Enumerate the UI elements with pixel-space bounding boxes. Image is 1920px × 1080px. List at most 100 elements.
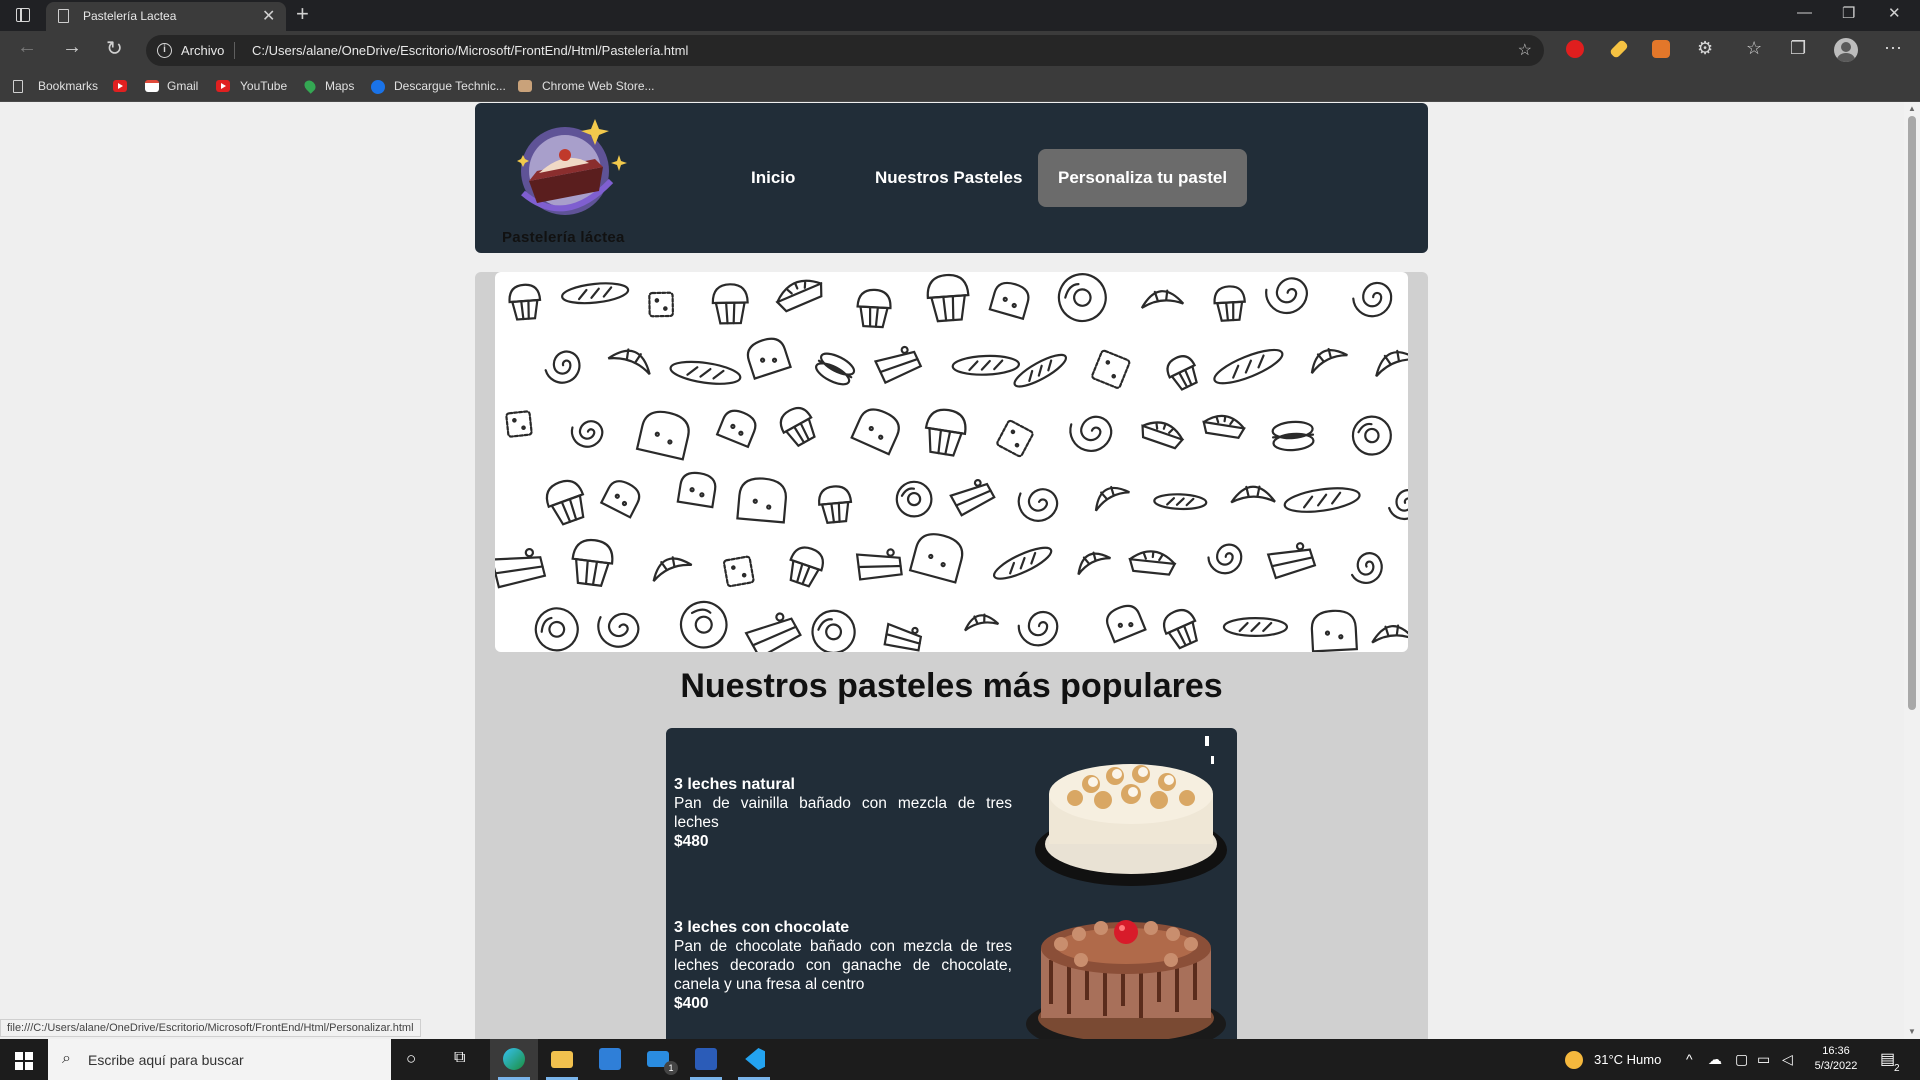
baguette-doodle	[1013, 353, 1068, 388]
site-header: Pastelería láctea Inicio Nuestros Pastel…	[475, 103, 1428, 253]
cake-slice-doodle	[744, 612, 802, 652]
tray-chevron-icon[interactable]: ^	[1686, 1051, 1693, 1067]
bookmark-webstore[interactable]: Chrome Web Store...	[542, 79, 655, 93]
bread-doodle	[908, 533, 964, 584]
chocolate-cake-image	[1026, 920, 1226, 1039]
store-icon	[599, 1048, 621, 1070]
task-view-icon[interactable]: ⧉	[454, 1049, 465, 1067]
scroll-thumb[interactable]	[1908, 116, 1916, 710]
swirl-doodle	[1069, 415, 1113, 452]
bookmark-descargue[interactable]: Descargue Technic...	[394, 79, 506, 93]
swirl-doodle	[1352, 281, 1393, 318]
baguette-doodle	[1222, 617, 1289, 637]
bookmark-gmail[interactable]: Gmail	[167, 79, 198, 93]
meet-now-icon[interactable]: ▢	[1735, 1051, 1748, 1068]
nav-personaliza[interactable]: Personaliza tu pastel	[1038, 149, 1248, 207]
tab-close-button[interactable]: ✕	[262, 6, 275, 26]
collections-icon[interactable]: ❐	[1790, 38, 1806, 59]
cupcake-doodle	[1213, 285, 1246, 322]
maps-icon	[302, 78, 318, 94]
reload-button[interactable]: ↻	[106, 36, 123, 61]
taskbar-file-explorer[interactable]	[538, 1039, 586, 1080]
search-icon: ⌕	[62, 1050, 71, 1067]
notifications-icon[interactable]: ▤	[1880, 1049, 1895, 1069]
clock-time: 16:36	[1822, 1045, 1850, 1057]
favorites-icon[interactable]: ☆	[1746, 38, 1762, 59]
nav-nuestros-pasteles[interactable]: Nuestros Pasteles	[855, 149, 1042, 207]
pie-doodle	[1202, 414, 1246, 440]
page-scrollbar[interactable]: ▲ ▼	[1904, 102, 1920, 1039]
bookmark-bookmarks[interactable]: Bookmarks	[38, 79, 98, 93]
meringue-cake-image	[1035, 736, 1227, 886]
gmail-icon	[145, 80, 159, 92]
macaron-doodle	[815, 352, 856, 386]
new-tab-button[interactable]: +	[296, 1, 309, 27]
back-button[interactable]: ←	[17, 36, 37, 59]
extension-highlighter-icon[interactable]	[1609, 39, 1629, 59]
page-icon	[58, 9, 69, 23]
windows-start-icon[interactable]	[15, 1052, 33, 1070]
bookmark-icon	[13, 80, 23, 93]
croissant-doodle	[964, 613, 1000, 632]
weather-text[interactable]: 31°C Humo	[1594, 1052, 1661, 1067]
cake-slice-doodle	[873, 345, 923, 385]
cupcake-doodle	[926, 273, 970, 323]
tab-actions-icon[interactable]	[16, 7, 30, 22]
close-window-button[interactable]: ✕	[1888, 4, 1901, 22]
swirl-doodle	[1350, 552, 1383, 584]
add-favorite-icon[interactable]: ☆	[1518, 40, 1532, 60]
profile-avatar[interactable]	[1834, 38, 1858, 62]
cortana-icon[interactable]: ○	[406, 1049, 416, 1069]
bookmark-maps[interactable]: Maps	[325, 79, 354, 93]
bookmark-youtube[interactable]: YouTube	[240, 79, 287, 93]
taskbar-word[interactable]	[682, 1039, 730, 1080]
desktop-window: Pastelería Lactea ✕ + — ❐ ✕ ← → ↻ i Arch…	[0, 0, 1920, 1080]
extensions-puzzle-icon[interactable]: ⚙	[1697, 38, 1713, 59]
donut-doodle	[1351, 415, 1392, 456]
url-text[interactable]: C:/Users/alane/OneDrive/Escritorio/Micro…	[252, 43, 688, 58]
minimize-button[interactable]: —	[1797, 4, 1812, 21]
page-viewport: Pastelería láctea Inicio Nuestros Pastel…	[0, 102, 1904, 1039]
search-placeholder[interactable]: Escribe aquí para buscar	[88, 1052, 244, 1068]
extension-red-icon[interactable]	[1566, 40, 1584, 58]
taskbar-mail[interactable]: 1	[634, 1039, 682, 1080]
onedrive-icon[interactable]: ☁	[1708, 1051, 1722, 1068]
volume-icon[interactable]: ◁	[1782, 1051, 1793, 1068]
cracker-doodle	[505, 410, 533, 438]
info-icon[interactable]: i	[157, 43, 172, 58]
address-bar[interactable]: i Archivo C:/Users/alane/OneDrive/Escrit…	[146, 35, 1544, 66]
site-info-label[interactable]: Archivo	[181, 43, 224, 58]
bread-doodle	[850, 408, 900, 456]
taskbar-edge[interactable]	[490, 1039, 538, 1080]
extension-fox-icon[interactable]	[1652, 40, 1670, 58]
pie-doodle	[1141, 421, 1185, 450]
forward-button[interactable]: →	[62, 36, 82, 59]
browser-tab[interactable]: Pastelería Lactea ✕	[46, 2, 286, 31]
taskbar-store[interactable]	[586, 1039, 634, 1080]
section-title: Nuestros pasteles más populares	[680, 667, 1223, 705]
croissant-doodle	[1077, 551, 1111, 576]
notification-count: 2	[1894, 1063, 1900, 1074]
weather-icon[interactable]	[1565, 1051, 1583, 1069]
scroll-up-arrow[interactable]: ▲	[1908, 104, 1916, 113]
croissant-doodle	[1094, 485, 1130, 512]
more-menu-icon[interactable]: ⋯	[1884, 38, 1902, 59]
taskbar-vscode[interactable]	[730, 1039, 778, 1080]
vscode-icon	[745, 1048, 765, 1070]
clock[interactable]: 16:36 5/3/2022	[1808, 1044, 1864, 1074]
restore-button[interactable]: ❐	[1842, 4, 1855, 22]
cake-slice-doodle	[1266, 542, 1317, 580]
youtube-icon[interactable]	[113, 80, 127, 92]
network-icon[interactable]: ▭	[1757, 1051, 1770, 1068]
pie-doodle	[775, 279, 823, 313]
baguette-doodle	[669, 360, 742, 385]
baguette-doodle	[992, 546, 1053, 580]
scroll-down-arrow[interactable]: ▼	[1908, 1027, 1916, 1036]
baguette-doodle	[1153, 493, 1208, 511]
clock-date: 5/3/2022	[1814, 1060, 1858, 1072]
taskbar-search[interactable]: ⌕ Escribe aquí para buscar	[48, 1039, 391, 1080]
cracker-doodle	[996, 419, 1034, 458]
bread-doodle	[676, 471, 717, 509]
cupcake-doodle	[789, 546, 824, 588]
nav-inicio[interactable]: Inicio	[731, 149, 815, 207]
